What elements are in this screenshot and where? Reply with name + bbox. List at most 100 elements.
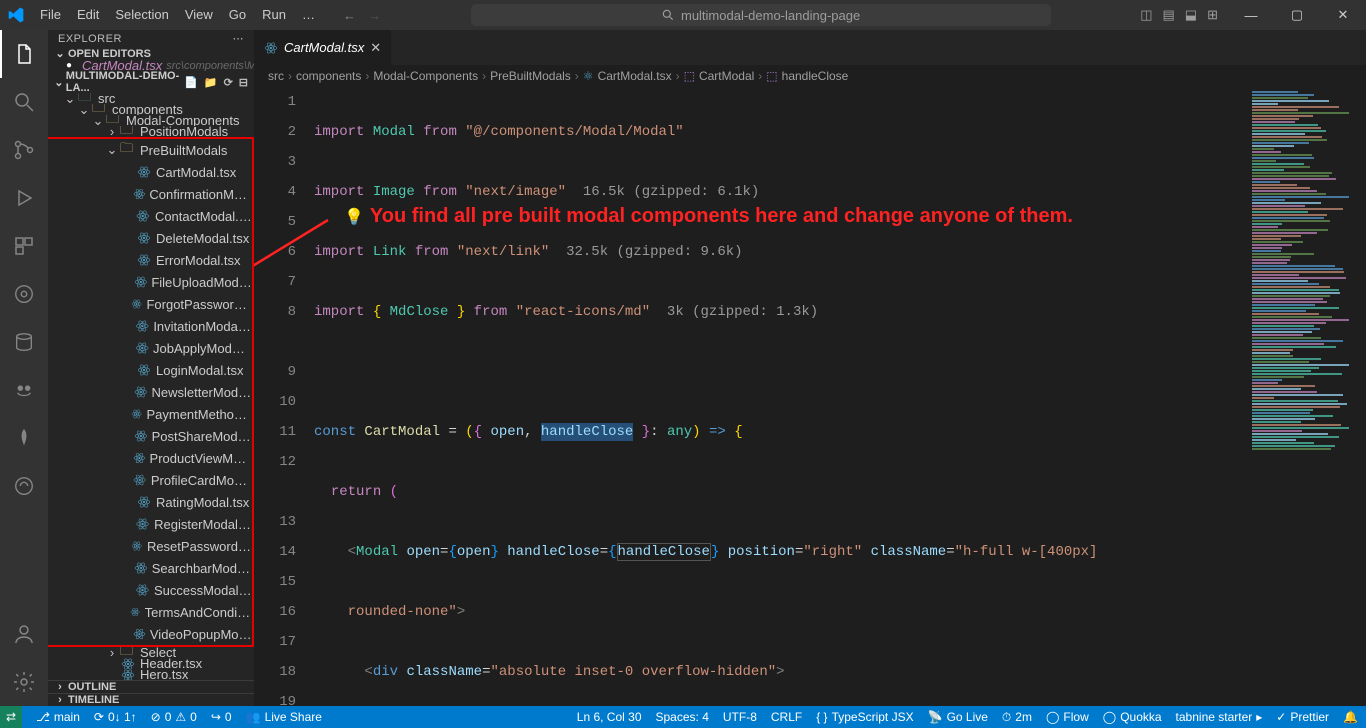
annotation-overlay: 💡You find all pre built modal components… — [344, 201, 1073, 233]
nav-forward[interactable]: → — [368, 8, 381, 23]
git-sync[interactable]: ⟳0↓ 1↑ — [94, 710, 137, 724]
prettier[interactable]: ✓Prettier — [1276, 710, 1329, 725]
flow[interactable]: ◯Flow — [1046, 710, 1089, 725]
minimize-button[interactable]: — — [1228, 0, 1274, 30]
code-content[interactable]: import Modal from "@/components/Modal/Mo… — [314, 87, 1366, 706]
new-file-icon[interactable]: 📄 — [184, 76, 198, 89]
tree-file[interactable]: ›VideoPopupModal.tsx — [48, 623, 252, 645]
copilot-icon[interactable] — [0, 366, 48, 414]
branch-icon: ⎇ — [36, 710, 50, 724]
menu-file[interactable]: File — [32, 0, 69, 30]
tree-file[interactable]: ›RegisterModal.tsx — [48, 513, 252, 535]
gitlens-icon[interactable] — [0, 270, 48, 318]
source-control-icon[interactable] — [0, 126, 48, 174]
go-live[interactable]: 📡Go Live — [928, 710, 988, 725]
quokka[interactable]: ◯Quokka — [1103, 710, 1162, 725]
menu-more[interactable]: … — [294, 0, 323, 30]
indent[interactable]: Spaces: 4 — [656, 710, 709, 725]
open-editors-section[interactable]: ⌄OPEN EDITORS — [48, 47, 254, 60]
tree-file[interactable]: ›ConfirmationModal.tsx — [48, 183, 252, 205]
explorer-icon[interactable] — [0, 30, 48, 78]
tree-file[interactable]: ›FileUploadModal.tsx — [48, 271, 252, 293]
tree-file[interactable]: ›SuccessModal.tsx — [48, 579, 252, 601]
menu-run[interactable]: Run — [254, 0, 294, 30]
mongo-icon[interactable] — [0, 414, 48, 462]
tree-header[interactable]: ›Header.tsx — [48, 658, 254, 669]
tree-file[interactable]: ›ContactModal.tsx — [48, 205, 252, 227]
tree-file[interactable]: ›PostShareModal.tsx — [48, 425, 252, 447]
tree-components[interactable]: ⌄🗀components — [48, 104, 254, 115]
layout-toggle-panel-icon[interactable]: ◫ — [1140, 7, 1152, 23]
tree-position-modals[interactable]: ›🗀PositionModals — [48, 126, 254, 137]
tree-file[interactable]: ›ResetPasswordModal.tsx — [48, 535, 252, 557]
git-branch[interactable]: ⎇main — [36, 710, 80, 724]
database-icon[interactable] — [0, 318, 48, 366]
code-editor[interactable]: 1234567 89101112 13141516171819 import M… — [254, 87, 1366, 706]
menu-view[interactable]: View — [177, 0, 221, 30]
time[interactable]: ⏱2m — [1002, 710, 1032, 725]
maximize-button[interactable]: ▢ — [1274, 0, 1320, 30]
tree-file[interactable]: ›ProductViewModal.tsx — [48, 447, 252, 469]
ports[interactable]: ↪0 — [211, 710, 232, 724]
notifications-icon[interactable]: 🔔 — [1343, 710, 1358, 725]
breadcrumbs[interactable]: src› components› Modal-Components› PreBu… — [254, 65, 1366, 87]
remote-indicator[interactable]: ⇄ — [0, 706, 22, 728]
account-icon[interactable] — [0, 610, 48, 658]
tree-modal-components[interactable]: ⌄🗀Modal-Components — [48, 115, 254, 126]
tree-file[interactable]: ›InvitationModal.tsx — [48, 315, 252, 337]
nav-back[interactable]: ← — [343, 8, 356, 23]
tree-file[interactable]: ›DeleteModal.tsx — [48, 227, 252, 249]
tab-label: CartModal.tsx — [284, 40, 364, 55]
menu-edit[interactable]: Edit — [69, 0, 107, 30]
language-mode[interactable]: { }TypeScript JSX — [816, 710, 913, 725]
tree-file[interactable]: ›TermsAndConditionModal.t... — [48, 601, 252, 623]
layout-toggle-bottom-icon[interactable]: ⬓ — [1185, 7, 1197, 23]
tree-file[interactable]: ›ErrorModal.tsx — [48, 249, 252, 271]
tree-file[interactable]: ›ForgotPasswordModal.tsx — [48, 293, 252, 315]
eol[interactable]: CRLF — [771, 710, 802, 725]
tabnine[interactable]: tabnine starter▸ — [1176, 710, 1263, 725]
close-button[interactable]: ✕ — [1320, 0, 1366, 30]
new-folder-icon[interactable]: 📁 — [204, 76, 218, 89]
tab-close-icon[interactable]: ✕ — [370, 40, 381, 56]
layout-toggle-sidebar-icon[interactable]: ▤ — [1162, 7, 1174, 23]
tree-file[interactable]: ›PaymentMethodModal.tsx — [48, 403, 252, 425]
refresh-icon[interactable]: ⟳ — [224, 76, 233, 89]
tree-select[interactable]: ›🗀Select — [48, 647, 254, 658]
extensions-icon[interactable] — [0, 222, 48, 270]
tree-file[interactable]: ›JobApplyModal.tsx — [48, 337, 252, 359]
search-activity-icon[interactable] — [0, 78, 48, 126]
tabnine-icon[interactable] — [0, 462, 48, 510]
cursor-position[interactable]: Ln 6, Col 30 — [577, 710, 642, 725]
tree-file[interactable]: ›SearchbarModal.tsx — [48, 557, 252, 579]
problems[interactable]: ⊘0 ⚠0 — [151, 710, 197, 724]
tree-file[interactable]: ›ProfileCardModal.tsx — [48, 469, 252, 491]
tree-src[interactable]: ⌄🗀src — [48, 93, 254, 104]
explorer-header: EXPLORER ⋯ — [48, 30, 254, 47]
tree-file[interactable]: ›RatingModal.tsx — [48, 491, 252, 513]
tree-file[interactable]: ›CartModal.tsx — [48, 161, 252, 183]
window-controls: — ▢ ✕ — [1228, 0, 1366, 30]
encoding[interactable]: UTF-8 — [723, 710, 757, 725]
tree-file[interactable]: ›NewsletterModal.tsx — [48, 381, 252, 403]
settings-icon[interactable] — [0, 658, 48, 706]
menu-selection[interactable]: Selection — [107, 0, 176, 30]
explorer-more-icon[interactable]: ⋯ — [233, 32, 245, 45]
explorer-sidebar: EXPLORER ⋯ ⌄OPEN EDITORS ● CartModal.tsx… — [48, 30, 254, 706]
run-debug-icon[interactable] — [0, 174, 48, 222]
live-share[interactable]: 👥Live Share — [246, 710, 322, 724]
command-center[interactable]: multimodal-demo-landing-page — [471, 4, 1051, 26]
tree-hero[interactable]: ›Hero.tsx — [48, 669, 254, 680]
collapse-icon[interactable]: ⊟ — [239, 76, 248, 89]
tree-prebuilt-modals[interactable]: ⌄🗀PreBuiltModals — [48, 139, 252, 161]
layout-customize-icon[interactable]: ⊞ — [1207, 7, 1218, 23]
outline-section[interactable]: ›OUTLINE — [48, 680, 254, 693]
tree-file[interactable]: ›LoginModal.tsx — [48, 359, 252, 381]
tab-cartmodal[interactable]: CartModal.tsx ✕ — [254, 30, 392, 65]
search-icon — [661, 8, 675, 22]
menu-go[interactable]: Go — [221, 0, 254, 30]
timeline-section[interactable]: ›TIMELINE — [48, 693, 254, 706]
minimap[interactable] — [1246, 87, 1366, 706]
project-section[interactable]: ⌄MULTIMODAL-DEMO-LA... 📄 📁 ⟳ ⊟ — [48, 71, 254, 93]
editor-area: CartModal.tsx ✕ src› components› Modal-C… — [254, 30, 1366, 706]
